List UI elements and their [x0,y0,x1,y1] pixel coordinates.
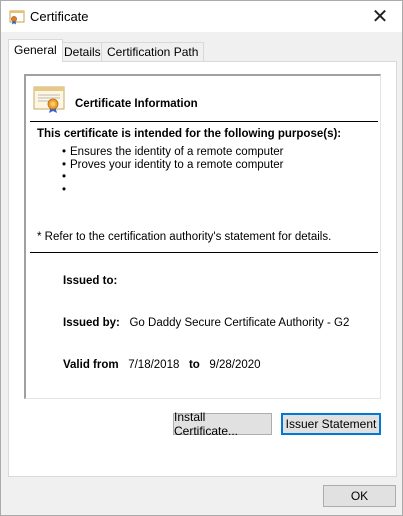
valid-from-label: Valid from [63,359,119,371]
valid-from-value: 7/18/2018 [128,359,180,371]
purpose-item: Ensures the identity of a remote compute… [62,146,284,159]
certificate-icon [9,10,25,25]
close-icon: ✕ [371,6,389,28]
issued-by-label: Issued by: [63,317,120,329]
certificate-info-heading: Certificate Information [75,98,198,110]
divider [30,121,378,122]
purpose-list: Ensures the identity of a remote compute… [62,146,284,196]
purpose-item: Proves your identity to a remote compute… [62,159,284,172]
tab-certification-path[interactable]: Certification Path [101,42,205,61]
tab-general[interactable]: General [8,39,63,62]
close-button[interactable]: ✕ [358,1,402,32]
purpose-heading: This certificate is intended for the fol… [37,128,342,140]
install-certificate-button[interactable]: Install Certificate... [173,410,272,438]
divider [30,252,378,253]
tab-details[interactable]: Details [58,42,107,61]
certificate-large-icon [33,86,65,113]
certificate-dialog: Certificate ✕ General Details Certificat… [0,0,403,516]
ok-button[interactable]: OK [323,485,396,507]
valid-to-value: 9/28/2020 [209,359,261,371]
issuer-statement-button[interactable]: Issuer Statement [281,413,381,435]
authority-statement-note: * Refer to the certification authority's… [37,231,332,243]
issued-by-row: Issued by: Go Daddy Secure Certificate A… [63,317,349,329]
issued-to-label: Issued to: [63,275,118,287]
valid-to-label: to [188,359,200,371]
validity-row: Valid from 7/18/2018 to 9/28/2020 [63,359,261,371]
title-bar: Certificate ✕ [1,1,402,32]
certificate-info-box: Certificate Information This certificate… [24,74,381,399]
purpose-item [62,171,284,184]
general-tab-panel: Certificate Information This certificate… [8,61,397,477]
issued-to-row: Issued to: [63,275,117,287]
purpose-item [62,184,284,197]
issued-by-value: Go Daddy Secure Certificate Authority - … [129,317,350,329]
window-title: Certificate [30,9,89,24]
